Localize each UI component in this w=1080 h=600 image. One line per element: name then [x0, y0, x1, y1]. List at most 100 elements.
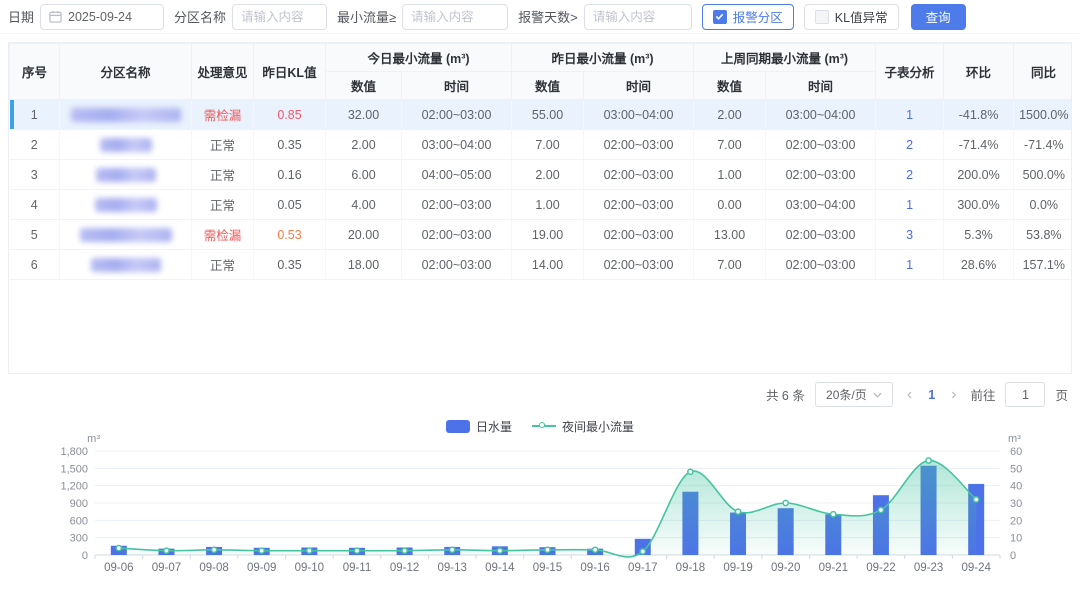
date-label: 日期 — [8, 7, 34, 26]
min-flow-input[interactable] — [402, 4, 508, 30]
lastweek-min-flow-value: 2.00 — [694, 100, 766, 130]
partition-table-container: 序号 分区名称 处理意见 昨日KL值 今日最小流量 (m³) 昨日最小流量 (m… — [8, 42, 1072, 374]
partition-name-input[interactable] — [232, 4, 327, 30]
svg-text:09-09: 09-09 — [247, 562, 276, 574]
svg-text:09-17: 09-17 — [628, 562, 657, 574]
calendar-icon — [49, 10, 62, 23]
flow-chart: 03006009001,2001,5001,8000102030405060m³… — [0, 435, 1080, 587]
today-min-flow-time: 02:00~03:00 — [402, 250, 512, 280]
table-row[interactable]: 5需检漏0.5320.0002:00~03:0019.0002:00~03:00… — [10, 220, 1073, 250]
bar-series-swatch — [446, 420, 470, 433]
next-page-button[interactable]: › — [947, 387, 960, 403]
partition-name-cell — [60, 250, 192, 280]
lastweek-min-flow-time: 02:00~03:00 — [766, 220, 876, 250]
subtable-analysis-link[interactable]: 1 — [876, 100, 944, 130]
col-group-lastweek-min-flow: 上周同期最小流量 (m³) — [694, 44, 876, 72]
col-yesterday-value: 数值 — [512, 72, 584, 100]
table-row[interactable]: 4正常0.054.0002:00~03:001.0002:00~03:000.0… — [10, 190, 1073, 220]
yesterday-min-flow-value: 19.00 — [512, 220, 584, 250]
yoy-cell: 53.8% — [1014, 220, 1072, 250]
partition-name-cell — [60, 220, 192, 250]
partition-name-cell — [60, 130, 192, 160]
svg-text:09-07: 09-07 — [152, 562, 181, 574]
yesterday-min-flow-value: 7.00 — [512, 130, 584, 160]
chevron-down-icon — [873, 392, 882, 398]
today-min-flow-value: 20.00 — [326, 220, 402, 250]
lastweek-min-flow-value: 1.00 — [694, 160, 766, 190]
svg-text:900: 900 — [70, 498, 88, 510]
table-body: 1需检漏0.8532.0002:00~03:0055.0003:00~04:00… — [10, 100, 1073, 280]
today-min-flow-value: 6.00 — [326, 160, 402, 190]
goto-label: 前往 — [970, 385, 995, 404]
mom-cell: 300.0% — [944, 190, 1014, 220]
yoy-cell: 500.0% — [1014, 160, 1072, 190]
opinion-cell: 需检漏 — [192, 220, 254, 250]
partition-name-label: 分区名称 — [174, 7, 226, 26]
redacted-partition-name — [80, 228, 172, 242]
svg-text:09-15: 09-15 — [533, 562, 562, 574]
col-mom: 环比 — [944, 44, 1014, 100]
yoy-cell: 157.1% — [1014, 250, 1072, 280]
svg-text:0: 0 — [82, 550, 88, 562]
table-row[interactable]: 1需检漏0.8532.0002:00~03:0055.0003:00~04:00… — [10, 100, 1073, 130]
checked-checkbox-icon — [713, 10, 727, 24]
col-group-today-min-flow: 今日最小流量 (m³) — [326, 44, 512, 72]
legend-night-min-flow[interactable]: 夜间最小流量 — [532, 418, 634, 435]
page-size-select[interactable]: 20条/页 — [815, 382, 893, 407]
partition-name-cell — [60, 160, 192, 190]
total-count: 共 6 条 — [766, 385, 805, 404]
svg-text:09-20: 09-20 — [771, 562, 800, 574]
subtable-analysis-link[interactable]: 3 — [876, 220, 944, 250]
opinion-cell: 正常 — [192, 190, 254, 220]
col-subtable: 子表分析 — [876, 44, 944, 100]
alarm-days-input[interactable] — [584, 4, 692, 30]
yesterday-min-flow-time: 02:00~03:00 — [584, 130, 694, 160]
today-min-flow-value: 4.00 — [326, 190, 402, 220]
goto-page-input[interactable] — [1005, 382, 1045, 407]
svg-text:30: 30 — [1010, 498, 1022, 510]
row-index: 6 — [10, 250, 60, 280]
kl-value-cell: 0.05 — [254, 190, 326, 220]
prev-page-button[interactable]: ‹ — [903, 387, 916, 403]
current-page[interactable]: 1 — [926, 388, 937, 402]
svg-text:09-14: 09-14 — [485, 562, 515, 574]
today-min-flow-time: 04:00~05:00 — [402, 160, 512, 190]
subtable-analysis-link[interactable]: 2 — [876, 130, 944, 160]
svg-text:40: 40 — [1010, 481, 1022, 493]
subtable-analysis-link[interactable]: 1 — [876, 190, 944, 220]
today-min-flow-time: 02:00~03:00 — [402, 100, 512, 130]
page-unit-label: 页 — [1055, 385, 1068, 404]
lastweek-min-flow-value: 7.00 — [694, 130, 766, 160]
flow-chart-section: 日水量 夜间最小流量 03006009001,2001,5001,8000102… — [0, 417, 1080, 592]
subtable-analysis-link[interactable]: 2 — [876, 160, 944, 190]
col-no: 序号 — [10, 44, 60, 100]
query-button[interactable]: 查询 — [911, 4, 966, 30]
date-picker[interactable]: 2025-09-24 — [40, 4, 164, 30]
legend-daily-water[interactable]: 日水量 — [446, 418, 512, 435]
table-row[interactable]: 6正常0.3518.0002:00~03:0014.0002:00~03:007… — [10, 250, 1073, 280]
svg-text:m³: m³ — [1008, 435, 1021, 445]
subtable-analysis-link[interactable]: 1 — [876, 250, 944, 280]
yesterday-min-flow-time: 02:00~03:00 — [584, 220, 694, 250]
chart-legend: 日水量 夜间最小流量 — [0, 417, 1080, 435]
svg-text:300: 300 — [70, 533, 88, 545]
svg-text:10: 10 — [1010, 533, 1022, 545]
alarm-partition-checkbox[interactable]: 报警分区 — [702, 4, 794, 30]
table-row[interactable]: 2正常0.352.0003:00~04:007.0002:00~03:007.0… — [10, 130, 1073, 160]
lastweek-min-flow-value: 13.00 — [694, 220, 766, 250]
date-value: 2025-09-24 — [68, 10, 132, 24]
today-min-flow-time: 03:00~04:00 — [402, 130, 512, 160]
today-min-flow-value: 32.00 — [326, 100, 402, 130]
svg-text:09-16: 09-16 — [580, 562, 609, 574]
svg-text:600: 600 — [70, 515, 88, 527]
col-group-yesterday-min-flow: 昨日最小流量 (m³) — [512, 44, 694, 72]
col-yesterday-time: 时间 — [584, 72, 694, 100]
kl-abnormal-checkbox[interactable]: KL值异常 — [804, 4, 899, 30]
table-row[interactable]: 3正常0.166.0004:00~05:002.0002:00~03:001.0… — [10, 160, 1073, 190]
today-min-flow-value: 2.00 — [326, 130, 402, 160]
svg-text:m³: m³ — [87, 435, 100, 445]
today-min-flow-time: 02:00~03:00 — [402, 220, 512, 250]
kl-value-cell: 0.85 — [254, 100, 326, 130]
kl-abnormal-label: KL值异常 — [835, 7, 888, 26]
lastweek-min-flow-time: 02:00~03:00 — [766, 130, 876, 160]
